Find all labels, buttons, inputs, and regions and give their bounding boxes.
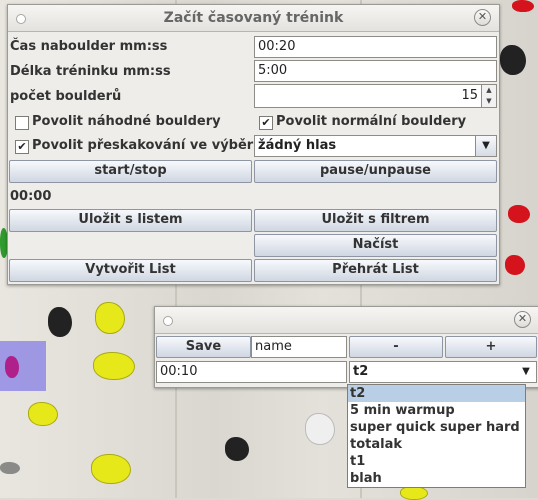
allow-skip-label[interactable]: Povolit přeskakování ve výběru	[32, 138, 262, 153]
list-select[interactable]: t2 ▼	[349, 361, 537, 383]
plus-button[interactable]: +	[445, 336, 537, 358]
list-titlebar[interactable]: ✕	[155, 307, 538, 334]
random-boulders-checkbox[interactable]	[15, 116, 29, 130]
hang-time-input[interactable]: 00:20	[254, 36, 497, 58]
close-icon[interactable]: ✕	[474, 9, 491, 26]
list-name-input[interactable]: name	[251, 336, 347, 358]
save-with-filter-button[interactable]: Uložit s filtrem	[254, 209, 497, 232]
save-with-list-button[interactable]: Uložit s listem	[9, 209, 252, 232]
boulder-count-value: 15	[461, 88, 478, 103]
training-length-input[interactable]: 5:00	[254, 60, 497, 82]
list-option[interactable]: 5 min warmup	[348, 402, 525, 419]
play-list-button[interactable]: Přehrát List	[254, 259, 497, 282]
chevron-down-icon[interactable]: ▼	[475, 136, 496, 156]
list-option[interactable]: t2	[348, 385, 525, 402]
training-dialog: Začít časovaný trénink ✕ Čas naboulder m…	[7, 4, 500, 285]
spinner-down-icon[interactable]: ▼	[482, 96, 496, 107]
list-select-value: t2	[353, 364, 369, 379]
voice-select-value: žádný hlas	[258, 138, 337, 153]
titlebar[interactable]: Začít časovaný trénink ✕	[8, 5, 499, 32]
time-input[interactable]: 00:10	[156, 361, 347, 383]
boulder-count-label: počet boulderů	[10, 89, 122, 104]
list-option[interactable]: blah	[348, 470, 525, 487]
normal-boulders-label[interactable]: Povolit normální bouldery	[276, 114, 466, 129]
chevron-down-icon[interactable]: ▼	[516, 362, 536, 382]
window-menu-icon[interactable]	[163, 316, 173, 326]
window-title: Začít časovaný trénink	[163, 10, 344, 26]
list-option[interactable]: super quick super hard	[348, 419, 525, 436]
random-boulders-label[interactable]: Povolit náhodné bouldery	[32, 114, 221, 129]
start-stop-button[interactable]: start/stop	[9, 160, 252, 183]
close-icon[interactable]: ✕	[514, 311, 531, 328]
save-list-button[interactable]: Save	[156, 336, 251, 358]
hang-time-label: Čas naboulder mm:ss	[10, 39, 168, 54]
training-length-label: Délka tréninku mm:ss	[10, 64, 171, 79]
spinner-up-icon[interactable]: ▲	[482, 85, 496, 96]
voice-select[interactable]: žádný hlas ▼	[254, 135, 497, 157]
list-option[interactable]: t1	[348, 453, 525, 470]
list-option[interactable]: totalak	[348, 436, 525, 453]
boulder-count-spinner[interactable]: 15 ▲ ▼	[254, 84, 497, 108]
list-select-dropdown: t2 5 min warmup super quick super hard t…	[347, 384, 526, 488]
load-button[interactable]: Načíst	[254, 234, 497, 257]
normal-boulders-checkbox[interactable]: ✔	[259, 116, 273, 130]
allow-skip-checkbox[interactable]: ✔	[15, 140, 29, 154]
create-list-button[interactable]: Vytvořit List	[9, 259, 252, 282]
minus-button[interactable]: -	[349, 336, 443, 358]
timer-display: 00:00	[10, 189, 52, 204]
list-editor-dialog: ✕ Save name - + 00:10 t2 ▼	[154, 306, 538, 388]
pause-button[interactable]: pause/unpause	[254, 160, 497, 183]
